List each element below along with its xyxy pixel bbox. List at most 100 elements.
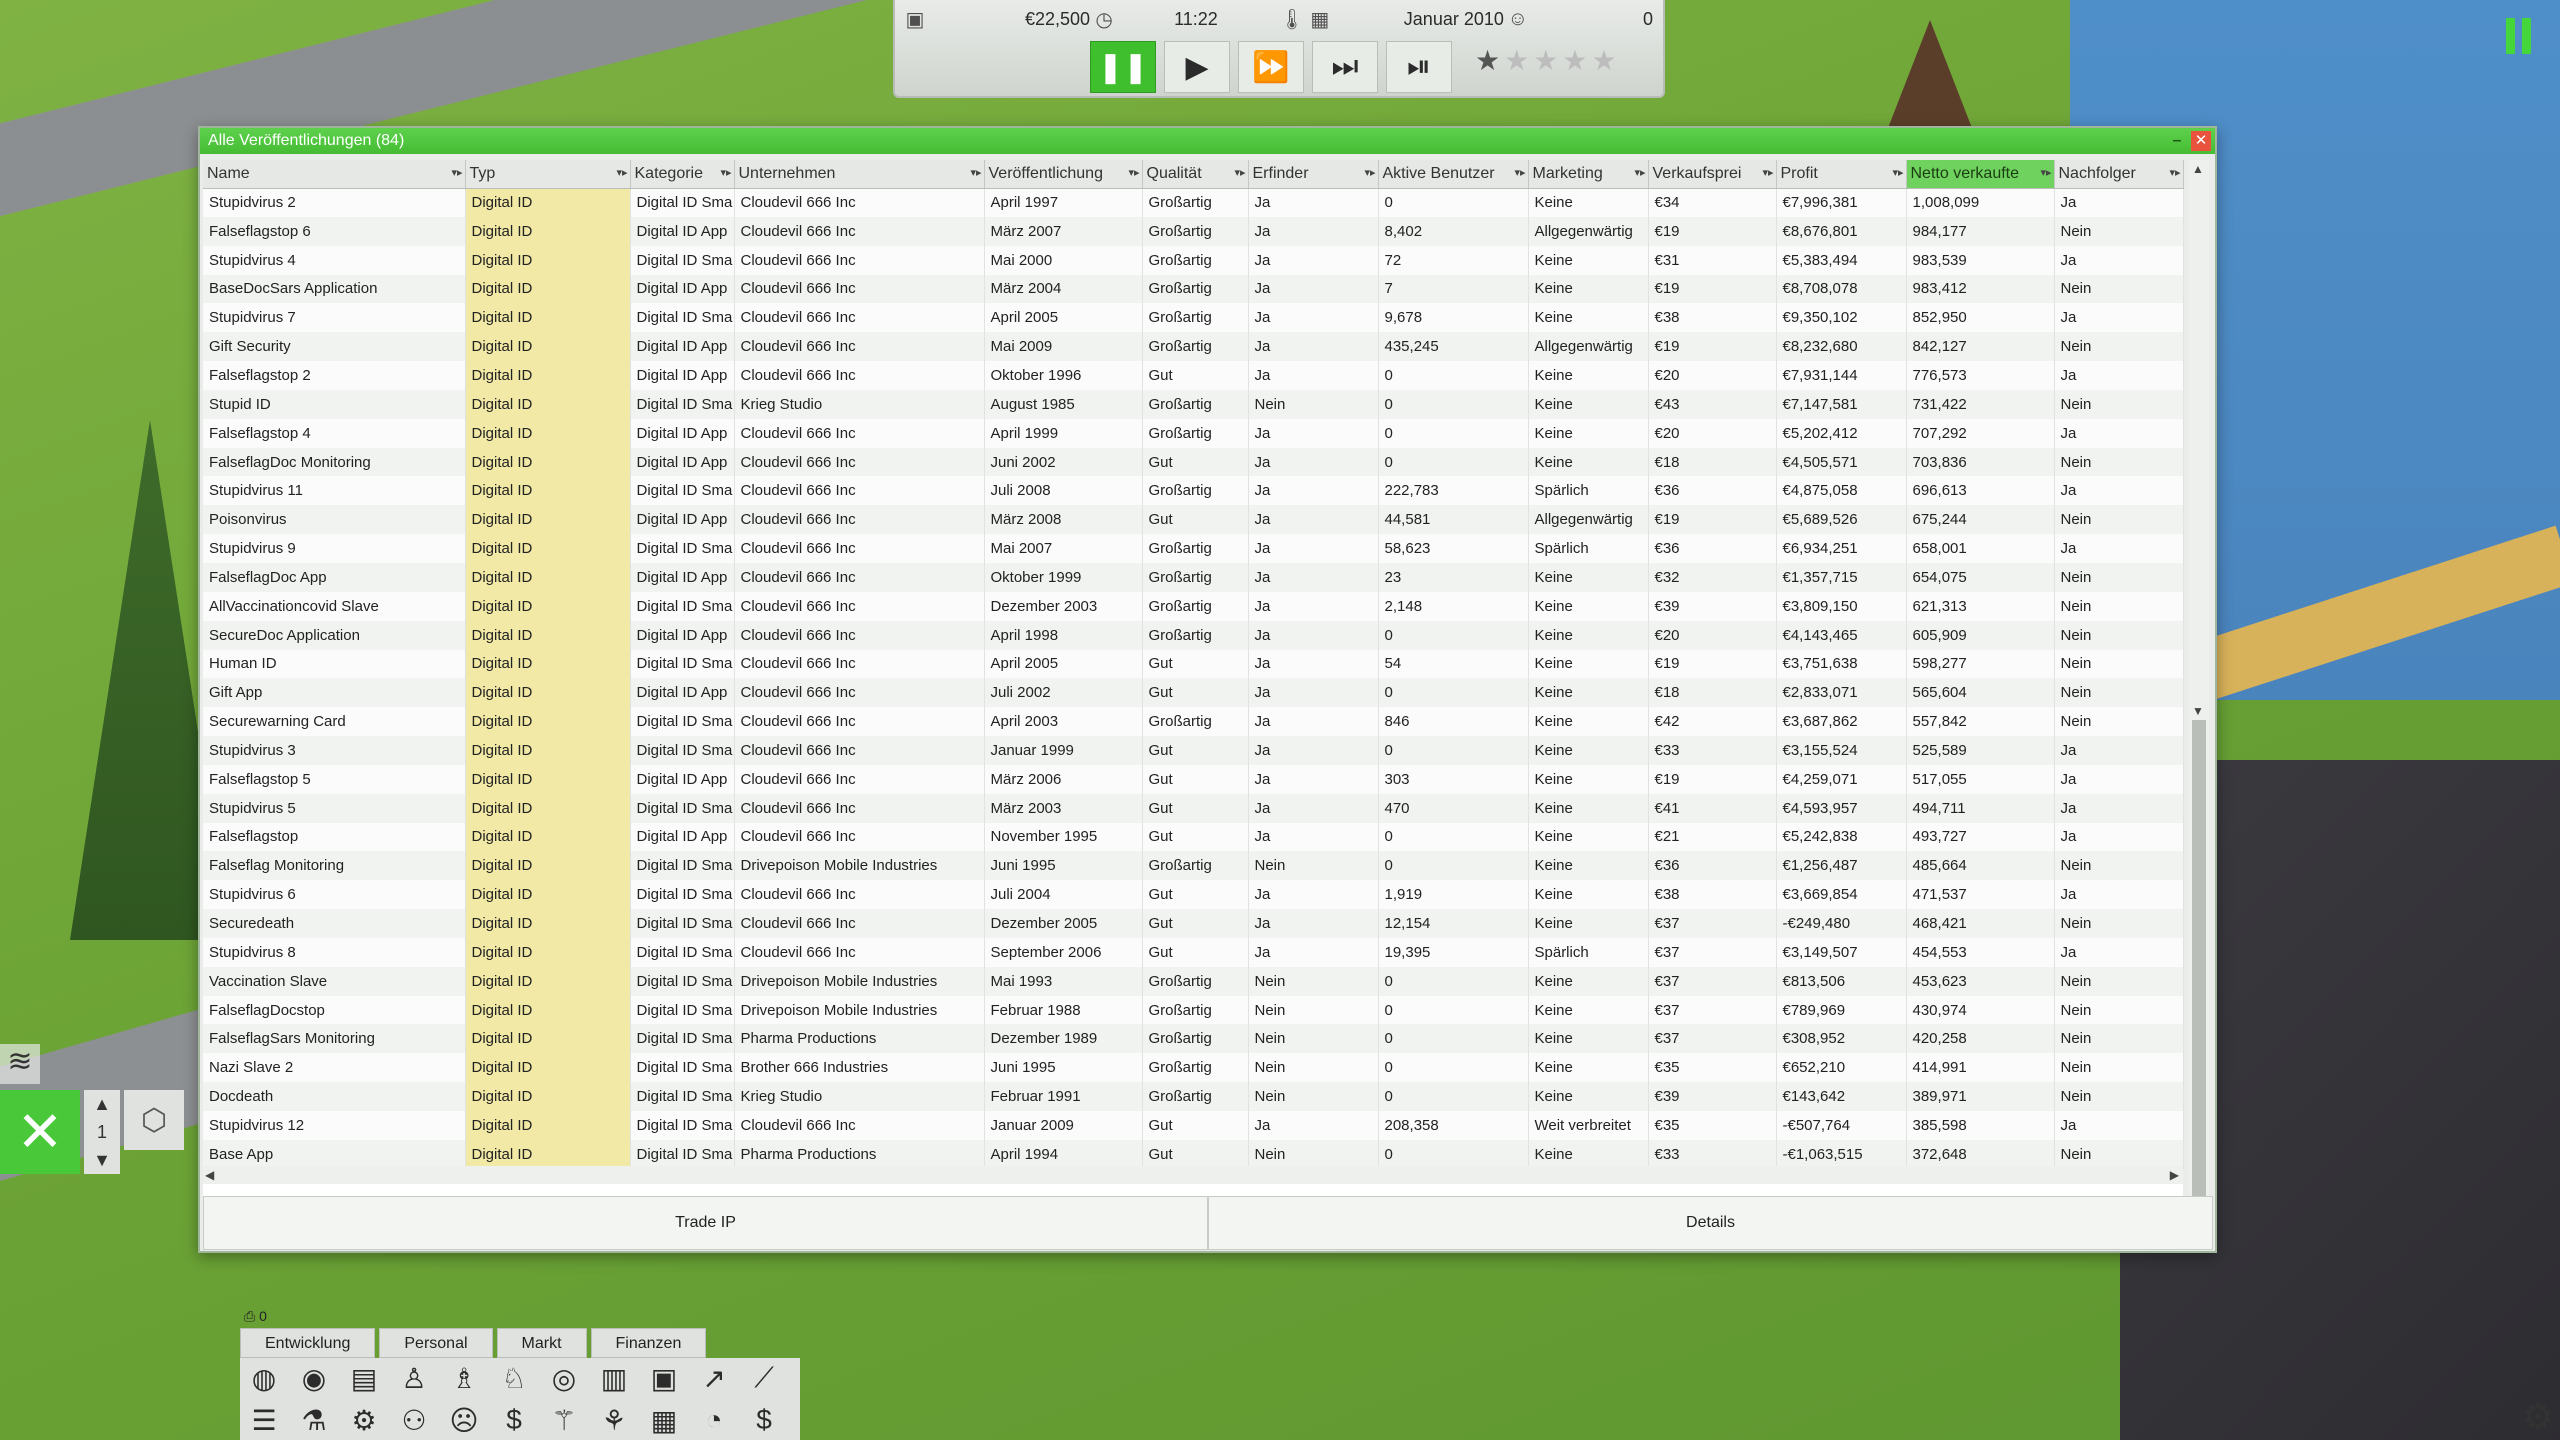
tab-markt[interactable]: Markt [496, 1328, 587, 1358]
fast-forward-button[interactable]: ⏩ [1238, 41, 1304, 93]
floor-up-icon[interactable]: ▲ [84, 1090, 120, 1118]
filter-sort-icon[interactable]: ▾▸ [970, 166, 981, 179]
floor-down-icon[interactable]: ▼ [84, 1146, 120, 1174]
filter-sort-icon[interactable]: ▾▸ [1128, 166, 1139, 179]
minimize-button[interactable]: – [2167, 131, 2187, 151]
network-icon[interactable]: ⚚ [540, 1400, 588, 1440]
play-button[interactable]: ▶ [1164, 41, 1230, 93]
gear-icon[interactable]: ⚙ [340, 1400, 388, 1440]
column-header[interactable]: Verkaufsprei ▾▸ [1648, 160, 1777, 189]
trade-ip-button[interactable]: Trade IP [203, 1196, 1208, 1250]
table-row[interactable]: Vaccination Slave Digital ID Digital ID Sm… [203, 966, 2184, 996]
team-icon[interactable]: ♘ [490, 1358, 538, 1398]
table-row[interactable]: Stupidvirus 3 Digital ID Digital ID Sma Clo… [203, 736, 2184, 765]
table-row[interactable]: Securewarning Card Digital ID Digital ID S… [203, 707, 2184, 737]
table-row[interactable]: Securedeath Digital ID Digital ID Sma Cloud… [203, 909, 2184, 938]
lab-icon[interactable]: ⚗ [290, 1400, 338, 1440]
skip-button[interactable]: ⏯ [1386, 41, 1452, 93]
scroll-right-icon[interactable]: ▶ [2170, 1168, 2179, 1182]
column-header[interactable]: Marketing ▾▸ [1528, 160, 1649, 189]
table-row[interactable]: Stupidvirus 8 Digital ID Digital ID Sma Clo… [203, 937, 2184, 967]
close-button[interactable]: ✕ [2191, 131, 2211, 151]
table-row[interactable]: FalseflagSars Monitoring Digital ID Digita… [203, 1024, 2184, 1054]
table-row[interactable]: Stupidvirus 11 Digital ID Digital ID Sma Cl… [203, 476, 2184, 506]
table-row[interactable]: FalseflagDoc App Digital ID Digital ID App… [203, 562, 2184, 592]
globe-icon[interactable]: ◍ [240, 1358, 288, 1398]
table-row[interactable]: BaseDocSars Application Digital ID Digital… [203, 274, 2184, 304]
table-row[interactable]: Falseflagstop Digital ID Digital ID App Clo… [203, 822, 2184, 852]
pause-indicator-icon[interactable] [2506, 18, 2534, 54]
table-row[interactable]: Falseflagstop 6 Digital ID Digital ID App C… [203, 216, 2184, 246]
filter-sort-icon[interactable]: ▾▸ [1364, 166, 1375, 179]
market-globe-icon[interactable]: ◎ [540, 1358, 588, 1398]
table-row[interactable]: FalseflagDocstop Digital ID Digital ID Sma… [203, 995, 2184, 1025]
column-header[interactable]: Kategorie ▾▸ [630, 160, 735, 189]
scroll-down-icon[interactable]: ▼ [2192, 704, 2204, 718]
table-row[interactable]: Stupidvirus 5 Digital ID Digital ID Sma Clo… [203, 793, 2184, 823]
tab-personal[interactable]: Personal [379, 1328, 493, 1358]
table-row[interactable]: Nazi Slave 2 Digital ID Digital ID Sma Brot… [203, 1053, 2184, 1083]
table-row[interactable]: AllVaccinationcovid Slave Digital ID Digit… [203, 591, 2184, 621]
filter-sort-icon[interactable]: ▾▸ [1892, 166, 1903, 179]
table-row[interactable]: Human ID Digital ID Digital ID Sma Cloudevi… [203, 649, 2184, 679]
floor-selector[interactable]: ▲ 1 ▼ [84, 1090, 120, 1174]
table-row[interactable]: Falseflagstop 2 Digital ID Digital ID App C… [203, 361, 2184, 390]
person-icon[interactable]: ♙ [390, 1358, 438, 1398]
scrollbar-thumb[interactable] [2192, 720, 2206, 1230]
dollar-icon[interactable]: $ [740, 1400, 788, 1440]
trend-icon[interactable]: ↗ [690, 1358, 738, 1398]
column-header[interactable]: Profit ▾▸ [1776, 160, 1907, 189]
tab-entwicklung[interactable]: Entwicklung [240, 1328, 376, 1358]
column-header[interactable]: Qualität ▾▸ [1142, 160, 1249, 189]
company-icon[interactable]: ▣ [901, 7, 929, 32]
column-header[interactable]: Nachfolger ▾▸ [2054, 160, 2184, 189]
table-row[interactable]: Stupidvirus 12 Digital ID Digital ID Sma Cl… [203, 1111, 2184, 1140]
pause-button[interactable]: ❚❚ [1090, 41, 1156, 93]
horizontal-scrollbar[interactable]: ◀ ▶ [203, 1166, 2183, 1184]
table-row[interactable]: Stupid ID Digital ID Digital ID Sma Krieg S… [203, 389, 2184, 419]
document-icon[interactable]: ☰ [240, 1400, 288, 1440]
table-row[interactable]: FalseflagDoc Monitoring Digital ID Digital… [203, 447, 2184, 477]
settings-gear-icon[interactable]: ⚙ [2522, 1396, 2554, 1438]
faster-button[interactable]: ⏭ [1312, 41, 1378, 93]
calendar-grid-icon[interactable]: ▦ [640, 1400, 688, 1440]
vertical-scrollbar[interactable]: ▲ ▼ [2189, 160, 2209, 1230]
filter-sort-icon[interactable]: ▾▸ [1634, 166, 1645, 179]
pie-chart-icon[interactable]: ◔ [690, 1400, 738, 1440]
cube-view-icon[interactable]: ⬡ [124, 1090, 184, 1150]
scroll-up-icon[interactable]: ▲ [2192, 162, 2204, 176]
filter-sort-icon[interactable]: ▾▸ [2040, 166, 2051, 179]
filter-sort-icon[interactable]: ▾▸ [720, 166, 731, 179]
table-row[interactable]: Stupidvirus 4 Digital ID Digital ID Sma Clo… [203, 245, 2184, 275]
column-header[interactable]: Veröffentlichung ▾▸ [984, 160, 1143, 189]
table-row[interactable]: Stupidvirus 7 Digital ID Digital ID Sma Clo… [203, 303, 2184, 333]
table-row[interactable]: Gift App Digital ID Digital ID App Cloudevi… [203, 678, 2184, 708]
table-row[interactable]: Gift Security Digital ID Digital ID App Clo… [203, 332, 2184, 362]
monitor-icon[interactable]: ▣ [640, 1358, 688, 1398]
table-row[interactable]: Falseflag Monitoring Digital ID Digital ID… [203, 851, 2184, 881]
table-row[interactable]: Falseflagstop 4 Digital ID Digital ID App C… [203, 418, 2184, 448]
column-header[interactable]: Typ ▾▸ [465, 160, 631, 189]
handshake-icon[interactable]: ⚘ [590, 1400, 638, 1440]
table-row[interactable]: Falseflagstop 5 Digital ID Digital ID App C… [203, 764, 2184, 794]
filter-sort-icon[interactable]: ▾▸ [2169, 166, 2180, 179]
column-header[interactable]: Name ▾▸ [203, 160, 466, 189]
filter-sort-icon[interactable]: ▾▸ [616, 166, 627, 179]
filter-sort-icon[interactable]: ▾▸ [1234, 166, 1245, 179]
build-tools-icon[interactable]: ✕ [0, 1090, 80, 1174]
column-header[interactable]: Erfinder ▾▸ [1248, 160, 1379, 189]
globe-alt-icon[interactable]: ◉ [290, 1358, 338, 1398]
table-row[interactable]: Stupidvirus 6 Digital ID Digital ID Sma Clo… [203, 880, 2184, 910]
tab-finanzen[interactable]: Finanzen [590, 1328, 707, 1358]
scroll-left-icon[interactable]: ◀ [205, 1168, 214, 1182]
table-row[interactable]: SecureDoc Application Digital ID Digital I… [203, 620, 2184, 650]
salary-icon[interactable]: $ [490, 1400, 538, 1440]
table-row[interactable]: Stupidvirus 9 Digital ID Digital ID Sma Clo… [203, 534, 2184, 563]
add-person-icon[interactable]: ♗ [440, 1358, 488, 1398]
table-row[interactable]: Base App Digital ID Digital ID Sma Pharma P… [203, 1139, 2184, 1169]
details-button[interactable]: Details [1208, 1196, 2213, 1250]
server-icon[interactable]: ▤ [340, 1358, 388, 1398]
building-icon[interactable]: ▥ [590, 1358, 638, 1398]
mood-icon[interactable]: ☹ [440, 1400, 488, 1440]
filter-sort-icon[interactable]: ▾▸ [451, 166, 462, 179]
